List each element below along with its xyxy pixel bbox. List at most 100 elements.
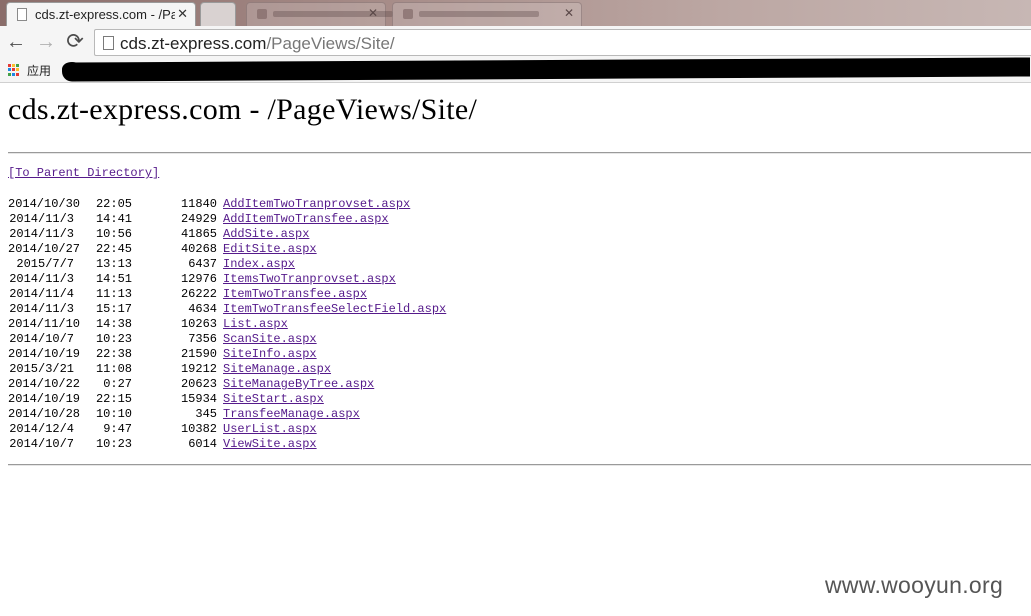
file-time: 11:08 <box>95 362 132 376</box>
file-size: 11840 <box>180 197 217 211</box>
favicon-icon <box>257 9 267 19</box>
tab-background-2[interactable]: ✕ <box>392 2 582 26</box>
file-size: 12976 <box>180 272 217 286</box>
file-size: 24929 <box>180 212 217 226</box>
file-time: 10:56 <box>95 227 132 241</box>
file-date: 2014/10/22 <box>8 377 81 391</box>
parent-directory-link[interactable]: [To Parent Directory] <box>8 166 159 180</box>
file-link[interactable]: SiteInfo.aspx <box>223 347 317 362</box>
file-size: 20623 <box>180 377 217 391</box>
file-size: 6437 <box>188 257 217 271</box>
url-text[interactable]: cds.zt-express.com/PageViews/Site/ <box>120 34 395 54</box>
tab-title: cds.zt-express.com - /Pa <box>35 7 175 22</box>
file-link[interactable]: ItemTwoTransfeeSelectField.aspx <box>223 302 446 317</box>
file-date: 2014/11/3 <box>9 227 74 241</box>
file-link[interactable]: SiteManage.aspx <box>223 362 331 377</box>
file-link[interactable]: ScanSite.aspx <box>223 332 317 347</box>
file-date: 2014/12/4 <box>9 422 74 436</box>
file-time: 10:23 <box>95 437 132 451</box>
tab-background-1[interactable]: ✕ <box>246 2 393 26</box>
file-link[interactable]: ItemTwoTransfee.aspx <box>223 287 367 302</box>
file-time: 0:27 <box>103 377 132 391</box>
file-size: 19212 <box>180 362 217 376</box>
new-tab-button[interactable] <box>200 2 236 26</box>
file-time: 9:47 <box>103 422 132 436</box>
file-link[interactable]: AddItemTwoTransfee.aspx <box>223 212 389 227</box>
file-time: 14:51 <box>95 272 132 286</box>
file-link[interactable]: List.aspx <box>223 317 288 332</box>
file-time: 11:13 <box>95 287 132 301</box>
reload-icon[interactable]: ⟳ <box>64 30 86 54</box>
file-date: 2014/10/19 <box>8 392 81 406</box>
file-size: 10382 <box>180 422 217 436</box>
file-link[interactable]: AddSite.aspx <box>223 227 309 242</box>
file-date: 2014/10/7 <box>9 437 74 451</box>
file-time: 14:38 <box>95 317 132 331</box>
file-time: 22:15 <box>95 392 132 406</box>
apps-grid-icon[interactable] <box>8 64 20 76</box>
file-date: 2015/3/21 <box>9 362 74 376</box>
file-link[interactable]: Index.aspx <box>223 257 295 272</box>
apps-bookmark-label[interactable]: 应用 <box>27 62 51 79</box>
divider <box>8 152 1031 154</box>
browser-toolbar: ← → ⟳ cds.zt-express.com/PageViews/Site/ <box>0 26 1031 59</box>
file-size: 4634 <box>188 302 217 316</box>
file-date: 2014/10/19 <box>8 347 81 361</box>
tab-close-icon[interactable]: ✕ <box>177 6 188 22</box>
file-date: 2014/11/4 <box>9 287 74 301</box>
file-size: 26222 <box>180 287 217 301</box>
page-content: cds.zt-express.com - /PageViews/Site/ [T… <box>0 83 1031 616</box>
page-title: cds.zt-express.com - /PageViews/Site/ <box>8 93 478 126</box>
file-date: 2014/11/10 <box>8 317 81 331</box>
file-link[interactable]: SiteStart.aspx <box>223 392 324 407</box>
file-date: 2014/11/3 <box>9 302 74 316</box>
back-arrow-icon[interactable]: ← <box>5 30 27 54</box>
page-icon <box>17 8 27 21</box>
file-link[interactable]: TransfeeManage.aspx <box>223 407 360 422</box>
url-path: /PageViews/Site/ <box>266 34 395 53</box>
file-date: 2014/11/3 <box>9 212 74 226</box>
file-link[interactable]: SiteManageByTree.aspx <box>223 377 374 392</box>
file-date: 2014/10/7 <box>9 332 74 346</box>
tab-active[interactable]: cds.zt-express.com - /Pa ✕ <box>6 2 196 26</box>
watermark: www.wooyun.org <box>825 572 1004 598</box>
file-size: 21590 <box>180 347 217 361</box>
page-icon <box>103 36 114 50</box>
tab-close-icon[interactable]: ✕ <box>368 6 378 20</box>
tab-close-icon[interactable]: ✕ <box>564 6 574 20</box>
file-date: 2015/7/7 <box>16 257 74 271</box>
tab-strip: cds.zt-express.com - /Pa ✕ ✕ ✕ <box>0 0 1031 26</box>
file-size: 40268 <box>180 242 217 256</box>
file-date: 2014/10/28 <box>8 407 81 421</box>
file-date: 2014/10/27 <box>8 242 81 256</box>
forward-arrow-icon[interactable]: → <box>35 30 57 54</box>
file-link[interactable]: EditSite.aspx <box>223 242 317 257</box>
file-time: 10:10 <box>95 407 132 421</box>
file-link[interactable]: ItemsTwoTranprovset.aspx <box>223 272 396 287</box>
file-size: 10263 <box>180 317 217 331</box>
file-time: 13:13 <box>95 257 132 271</box>
favicon-icon <box>403 9 413 19</box>
file-link[interactable]: UserList.aspx <box>223 422 317 437</box>
file-link[interactable]: AddItemTwoTranprovset.aspx <box>223 197 410 212</box>
file-time: 15:17 <box>95 302 132 316</box>
file-time: 22:38 <box>95 347 132 361</box>
file-link[interactable]: ViewSite.aspx <box>223 437 317 452</box>
file-date: 2014/11/3 <box>9 272 74 286</box>
file-time: 10:23 <box>95 332 132 346</box>
file-date: 2014/10/30 <box>8 197 81 211</box>
divider <box>8 464 1031 466</box>
file-time: 14:41 <box>95 212 132 226</box>
address-bar[interactable]: cds.zt-express.com/PageViews/Site/ <box>94 29 1031 56</box>
file-time: 22:05 <box>95 197 132 211</box>
file-size: 15934 <box>180 392 217 406</box>
file-size: 7356 <box>188 332 217 346</box>
tab-background-title <box>419 11 539 17</box>
file-time: 22:45 <box>95 242 132 256</box>
redaction-mark <box>62 57 1030 82</box>
file-size: 345 <box>195 407 217 421</box>
bookmarks-bar: 应用 <box>0 57 1031 83</box>
file-size: 41865 <box>180 227 217 241</box>
file-size: 6014 <box>188 437 217 451</box>
url-host: cds.zt-express.com <box>120 34 267 53</box>
